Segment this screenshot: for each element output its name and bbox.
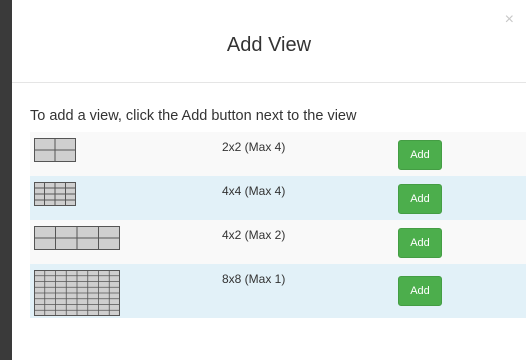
add-8x8-button[interactable]: Add <box>398 276 442 306</box>
view-label: 2x2 (Max 4) <box>222 140 286 154</box>
view-label: 4x4 (Max 4) <box>222 184 286 198</box>
add-4x4-button[interactable]: Add <box>398 184 442 214</box>
add-4x2-button[interactable]: Add <box>398 228 442 258</box>
close-icon[interactable]: × <box>505 12 514 28</box>
view-label: 8x8 (Max 1) <box>222 272 286 286</box>
grid-layout-icon <box>34 226 120 250</box>
view-row-8x8: 8x8 (Max 1) Add <box>30 264 526 318</box>
view-list: 2x2 (Max 4) Add 4x4 (Max 4) Add 4x2 (Max… <box>30 132 526 318</box>
grid-layout-icon <box>34 138 76 162</box>
view-label: 4x2 (Max 2) <box>222 228 286 242</box>
add-2x2-button[interactable]: Add <box>398 140 442 170</box>
instruction-text: To add a view, click the Add button next… <box>30 108 357 124</box>
view-row-4x2: 4x2 (Max 2) Add <box>30 220 526 264</box>
dialog-title: Add View <box>226 34 312 56</box>
grid-layout-icon <box>34 270 120 316</box>
view-row-2x2: 2x2 (Max 4) Add <box>30 132 526 176</box>
view-row-4x4: 4x4 (Max 4) Add <box>30 176 526 220</box>
add-view-dialog: Add View × To add a view, click the Add … <box>12 0 526 360</box>
backdrop <box>0 0 12 360</box>
dialog-header: Add View × <box>12 0 526 83</box>
grid-layout-icon <box>34 182 76 206</box>
